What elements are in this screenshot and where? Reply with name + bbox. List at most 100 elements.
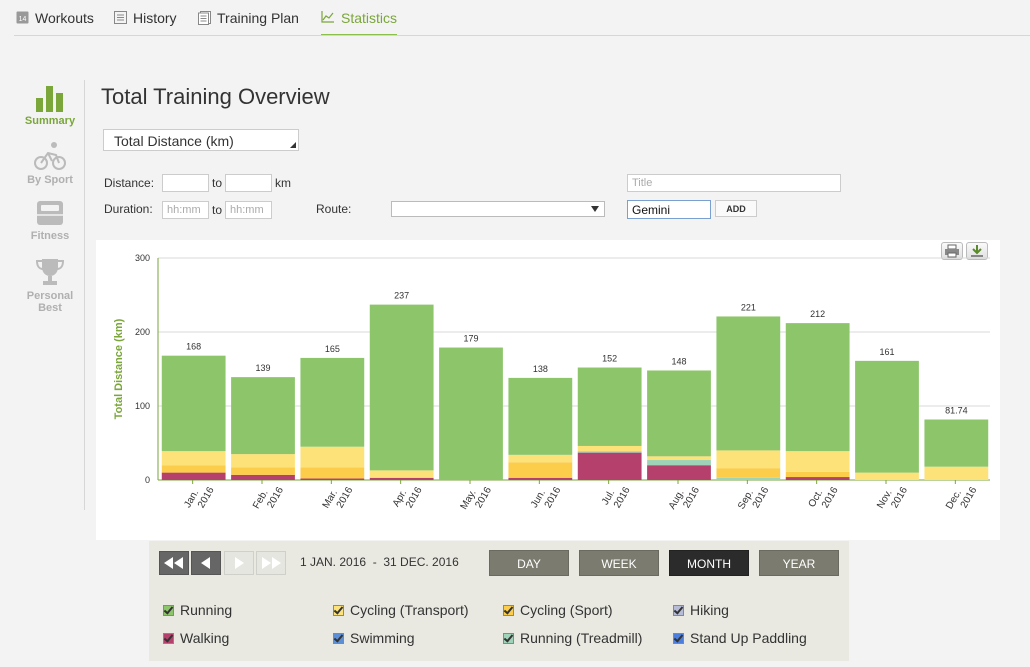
bar-total-label: 179 [463, 334, 478, 344]
bar-segment [577, 452, 642, 480]
bar-segment [369, 470, 434, 478]
legend-item-walking[interactable]: Walking [163, 630, 229, 646]
scale-icon [37, 201, 63, 225]
right-arrow-icon [235, 557, 244, 569]
bar-segment [300, 357, 365, 447]
legend-checkbox[interactable] [163, 632, 174, 644]
bar-total-label: 221 [741, 302, 756, 312]
legend-label: Running [180, 602, 233, 618]
next-period-button[interactable] [224, 551, 254, 575]
dropdown-arrow-icon [591, 206, 599, 212]
bar-segment [577, 445, 642, 452]
list-icon [114, 11, 127, 24]
duration-label: Duration: [104, 202, 153, 216]
tab-workouts[interactable]: 14 Workouts [16, 10, 94, 36]
metric-select[interactable]: Total Distance (km) [103, 129, 299, 151]
legend-item-cycling-transport[interactable]: Cycling (Transport) [333, 602, 469, 618]
y-axis-label: Total Distance (km) [113, 318, 125, 419]
legend-checkbox[interactable] [163, 604, 174, 616]
duration-min-input[interactable] [162, 201, 209, 219]
legend-label: Running (Treadmill) [520, 630, 643, 646]
period-button-month[interactable]: MONTH [669, 550, 749, 576]
control-panel: 1 JAN. 2016 - 31 DEC. 2016 DAY WEEK MONT… [149, 541, 849, 661]
double-right-icon [262, 557, 281, 569]
bar-segment [231, 474, 295, 480]
bar-segment [161, 355, 226, 452]
legend-checkbox[interactable] [503, 632, 514, 644]
bar-segment [647, 460, 711, 466]
legend-item-running[interactable]: Running [163, 602, 232, 618]
add-tag-button[interactable]: ADD [715, 200, 757, 217]
x-tick-label: Nov.2016 [875, 479, 910, 517]
bar-total-label: 139 [255, 363, 270, 373]
line-chart-icon [321, 11, 334, 23]
legend-checkbox[interactable] [503, 604, 514, 616]
calendar-icon: 14 [16, 11, 29, 24]
bar-total-label: 138 [533, 364, 548, 374]
x-tick-label: Jun.2016 [529, 479, 564, 516]
legend-item-cycling-sport[interactable]: Cycling (Sport) [503, 602, 613, 618]
legend-checkbox[interactable] [673, 632, 684, 644]
sidebar-item-personal-best-label: Personal Best [26, 290, 74, 314]
bar-segment [716, 468, 781, 478]
page-title: Total Training Overview [101, 84, 330, 109]
distance-min-input[interactable] [162, 174, 209, 192]
bar-total-label: 148 [671, 356, 686, 366]
bar-segment [439, 347, 503, 480]
top-navigation: 14 Workouts History Training Plan Statis… [0, 0, 1030, 36]
sidebar-item-personal-best[interactable]: Personal Best [20, 257, 80, 314]
duration-to-label: to [212, 203, 223, 217]
tag-input[interactable] [627, 200, 711, 219]
legend-checkbox[interactable] [673, 604, 684, 616]
bar-segment [508, 462, 573, 478]
period-button-year[interactable]: YEAR [759, 550, 839, 576]
legend-item-swimming[interactable]: Swimming [333, 630, 415, 646]
period-button-day[interactable]: DAY [489, 550, 569, 576]
title-input[interactable] [627, 174, 841, 192]
x-tick-label: Mar.2016 [321, 479, 356, 516]
bar-segment [785, 471, 850, 478]
sidebar-item-fitness[interactable]: Fitness [20, 199, 80, 242]
trophy-icon [35, 259, 65, 285]
distance-max-input[interactable] [225, 174, 272, 192]
legend-label: Walking [180, 630, 230, 646]
bar-segment [924, 419, 989, 467]
bar-segment [855, 360, 919, 473]
sidebar-item-summary[interactable]: Summary [20, 84, 80, 127]
x-tick-label: Feb.2016 [251, 479, 286, 517]
tab-statistics[interactable]: Statistics [321, 10, 398, 36]
tab-training-plan[interactable]: Training Plan [198, 10, 299, 36]
tab-training-plan-label: Training Plan [217, 10, 299, 26]
legend-checkbox[interactable] [333, 632, 344, 644]
chart-panel: 0 100 200 300 Total Distance (km) 168 Jan.2016… [96, 240, 1000, 540]
bar-segment [855, 472, 919, 480]
prev-period-button[interactable] [191, 551, 221, 575]
bar-segment [300, 478, 365, 480]
bar-segment [647, 456, 711, 461]
y-tick-label: 200 [135, 327, 150, 337]
bar-total-label: 165 [325, 344, 340, 354]
bar-total-label: 168 [186, 342, 201, 352]
bar-segment [785, 477, 850, 480]
legend-item-stand-up-paddling[interactable]: Stand Up Paddling [673, 630, 807, 646]
first-period-button[interactable] [159, 551, 189, 575]
x-tick-label: Aug.2016 [667, 479, 702, 517]
legend-checkbox[interactable] [333, 604, 344, 616]
route-select[interactable] [391, 201, 605, 217]
x-tick-label: Jul.2016 [600, 479, 633, 513]
bar-segment [161, 465, 226, 473]
bar-segment [508, 477, 573, 480]
bar-segment [161, 451, 226, 466]
legend-item-running-treadmill[interactable]: Running (Treadmill) [503, 630, 642, 646]
period-button-week[interactable]: WEEK [579, 550, 659, 576]
legend-item-hiking[interactable]: Hiking [673, 602, 729, 618]
bar-segment [300, 446, 365, 468]
sidebar-item-summary-label: Summary [24, 115, 76, 127]
bar-segment [716, 450, 781, 469]
sidebar-item-by-sport[interactable]: By Sport [20, 141, 80, 186]
distance-unit-label: km [275, 176, 291, 190]
duration-max-input[interactable] [225, 201, 272, 219]
tab-history[interactable]: History [114, 10, 177, 36]
sidebar-item-by-sport-label: By Sport [27, 174, 73, 186]
last-period-button[interactable] [256, 551, 286, 575]
